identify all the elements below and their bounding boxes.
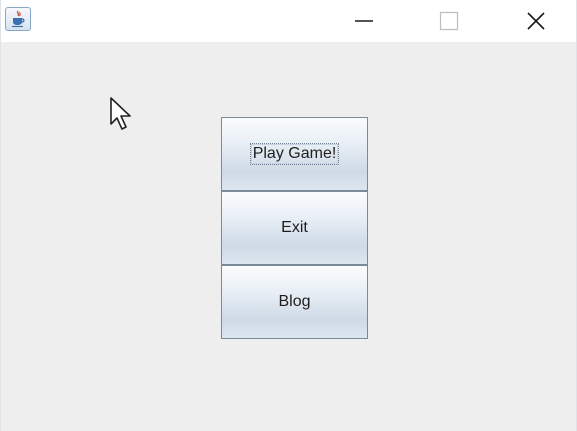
java-cup-icon[interactable] <box>5 7 31 31</box>
maximize-button[interactable] <box>421 0 477 42</box>
maximize-icon <box>439 11 459 31</box>
close-icon <box>527 12 545 30</box>
blog-label: Blog <box>278 293 311 310</box>
play-game-button[interactable]: Play Game! <box>221 117 368 191</box>
mouse-pointer-icon <box>109 96 135 137</box>
close-button[interactable] <box>508 0 564 42</box>
title-bar[interactable] <box>1 0 576 42</box>
exit-button[interactable]: Exit <box>221 191 368 265</box>
app-window: Play Game! Exit Blog <box>0 0 577 431</box>
minimize-icon <box>355 20 373 22</box>
minimize-button[interactable] <box>336 0 392 42</box>
play-game-label: Play Game! <box>249 143 340 165</box>
exit-label: Exit <box>281 219 308 236</box>
blog-button[interactable]: Blog <box>221 265 368 339</box>
